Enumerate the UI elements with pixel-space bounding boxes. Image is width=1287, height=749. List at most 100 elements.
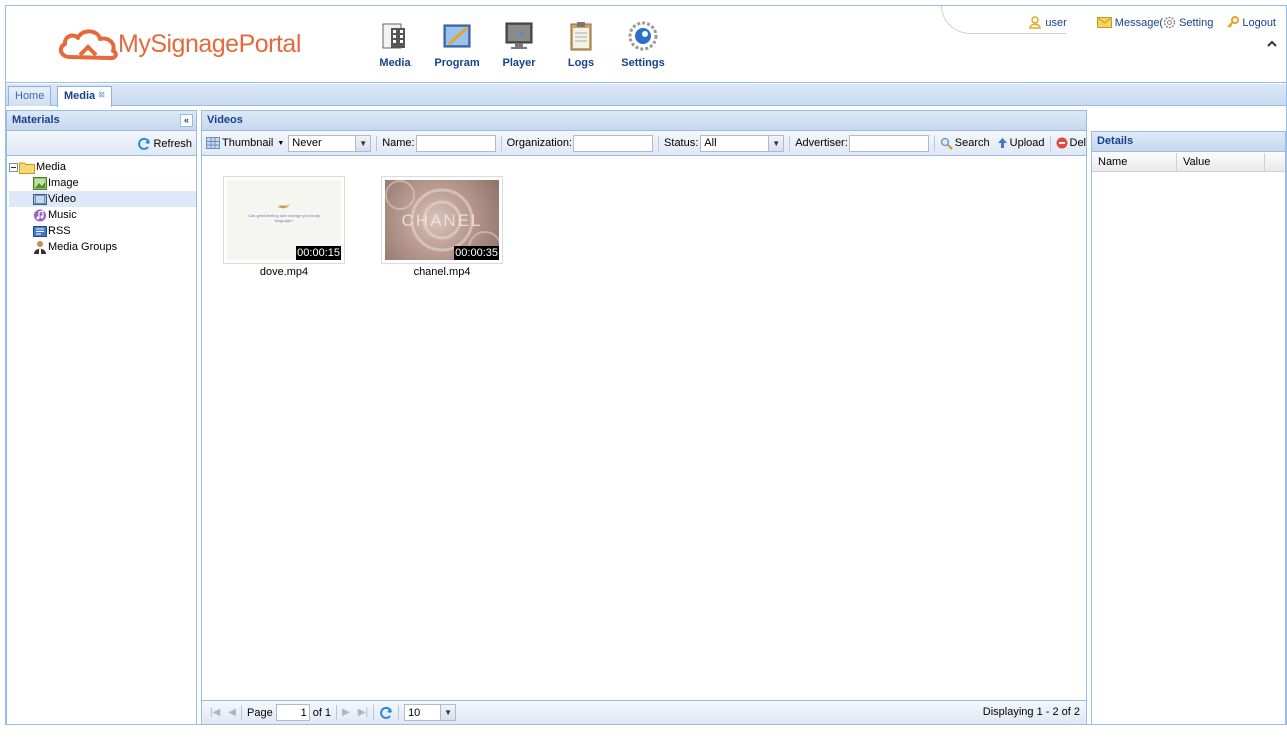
pager-divider (241, 705, 242, 720)
user-bar: user Message( Setting Logout (1014, 16, 1276, 29)
nav-settings[interactable]: Settings (614, 20, 672, 69)
media-groups-icon (34, 241, 46, 254)
nav-program[interactable]: Program (428, 20, 486, 69)
column-value-header[interactable]: Value (1177, 153, 1265, 171)
period-value: Never (292, 137, 322, 149)
tab-close-icon[interactable]: ⊠ (98, 90, 105, 99)
folder-icon (19, 162, 35, 174)
upload-icon (997, 138, 1007, 148)
dove-preview-image: Can great feeling skin change your body … (227, 180, 341, 260)
search-button[interactable]: Search (940, 137, 990, 150)
tree-node-rss[interactable]: RSS (9, 223, 196, 239)
toolbar-divider (500, 135, 502, 151)
period-select[interactable]: Never ▼ (288, 134, 372, 152)
chevron-down-icon[interactable]: ▼ (355, 135, 371, 151)
app-window: MySignagePortal Media Program Player Log… (5, 5, 1287, 725)
pagination-bar: |◀ ◀ Page of 1 ▶ ▶| 10 ▼ Displaying 1 - … (202, 700, 1086, 724)
status-value: All (704, 137, 717, 149)
nav-media[interactable]: Media (366, 20, 424, 69)
logo: MySignagePortal (56, 24, 301, 64)
chevron-down-icon[interactable]: ▼ (440, 705, 456, 720)
tab-bar: Home Media ⊠ (6, 84, 1286, 107)
nav-logs[interactable]: Logs (552, 20, 610, 69)
tree-label-rss: RSS (48, 225, 71, 237)
name-input[interactable] (415, 134, 496, 152)
user-name: user (1045, 16, 1067, 29)
video-thumbnail[interactable]: CHANEL 00:00:35 chanel.mp4 (381, 176, 503, 278)
materials-tree: Media Image Video Music RSS Media Groups (9, 159, 196, 255)
chevron-down-icon[interactable]: ▼ (768, 135, 784, 151)
videos-toolbar: Thumbnail ▼ Never ▼ Name: Organization: … (202, 131, 1086, 156)
search-icon (940, 137, 953, 150)
previous-page-icon[interactable]: ◀ (228, 707, 236, 718)
video-thumbnail[interactable]: Can great feeling skin change your body … (223, 176, 345, 278)
thumbnail-view-icon (206, 137, 220, 149)
setting-link[interactable]: Setting (1163, 16, 1213, 29)
video-duration: 00:00:15 (296, 246, 341, 260)
video-icon (33, 193, 47, 205)
videos-header: Videos (202, 111, 1086, 131)
tree-node-media-groups[interactable]: Media Groups (9, 239, 196, 255)
details-column-header: Name Value (1092, 153, 1285, 172)
advertiser-input[interactable] (848, 134, 929, 152)
status-select[interactable]: All ▼ (700, 134, 785, 152)
first-page-icon[interactable]: |◀ (210, 707, 220, 718)
delete-label: Del (1069, 137, 1087, 149)
page-size-select[interactable]: 10 ▼ (404, 704, 457, 721)
collapse-left-icon[interactable]: « (180, 114, 193, 127)
tree-node-music[interactable]: Music (9, 207, 196, 223)
user-link[interactable]: user (1028, 16, 1067, 29)
last-page-icon[interactable]: ▶| (358, 707, 368, 718)
brand-part1: MySignage (118, 29, 239, 58)
upload-button[interactable]: Upload (997, 137, 1045, 149)
next-page-icon[interactable]: ▶ (342, 707, 350, 718)
materials-toolbar: Refresh (7, 131, 196, 156)
toolbar-divider (933, 135, 935, 151)
tab-home[interactable]: Home (8, 86, 52, 106)
logout-link[interactable]: Logout (1227, 16, 1276, 29)
refresh-button[interactable]: Refresh (137, 137, 192, 151)
tree-label-video: Video (48, 193, 76, 205)
page-number-input[interactable] (275, 704, 310, 721)
pager-divider (373, 705, 375, 720)
nav-player[interactable]: Player (490, 20, 548, 69)
details-panel: Details Name Value (1091, 131, 1286, 725)
logs-icon (570, 22, 592, 51)
nav-settings-label: Settings (621, 57, 665, 69)
tree-node-video[interactable]: Video (9, 191, 196, 207)
delete-button[interactable]: Del (1056, 137, 1087, 149)
dove-logo-icon (278, 204, 290, 209)
tree-label-media-groups: Media Groups (48, 241, 118, 253)
refresh-label: Refresh (153, 138, 192, 150)
name-label: Name: (382, 137, 415, 149)
status-label: Status: (664, 137, 699, 149)
collapse-header-icon[interactable] (1264, 38, 1280, 54)
pager-divider (336, 705, 338, 720)
upload-label: Upload (1009, 137, 1045, 149)
refresh-icon (138, 137, 151, 150)
program-icon (443, 24, 471, 48)
display-count: Displaying 1 - 2 of 2 (982, 706, 1080, 718)
gear-icon (1163, 16, 1176, 29)
music-icon (34, 209, 46, 221)
refresh-icon[interactable] (379, 706, 393, 720)
organization-input[interactable] (573, 134, 654, 152)
cloud-logo-icon (58, 29, 118, 61)
brand-name: MySignagePortal (118, 30, 301, 59)
tab-media[interactable]: Media ⊠ (57, 86, 112, 107)
chanel-caption: CHANEL (401, 211, 483, 230)
tree-node-media[interactable]: Media (9, 159, 196, 175)
view-mode-button[interactable]: Thumbnail ▼ (206, 137, 284, 149)
tree-collapse-icon[interactable] (9, 162, 18, 172)
materials-title: Materials (12, 114, 60, 126)
thumbnail-frame: CHANEL 00:00:35 (381, 176, 503, 264)
dropdown-arrow-icon: ▼ (277, 139, 285, 147)
column-name-header[interactable]: Name (1092, 153, 1177, 171)
tree-node-image[interactable]: Image (9, 175, 196, 191)
key-icon (1227, 16, 1240, 28)
message-link[interactable]: Message( (1096, 16, 1163, 29)
nav-media-label: Media (379, 57, 411, 69)
rss-icon (33, 225, 47, 237)
video-name: dove.mp4 (259, 266, 309, 278)
toolbar-divider (789, 135, 791, 151)
